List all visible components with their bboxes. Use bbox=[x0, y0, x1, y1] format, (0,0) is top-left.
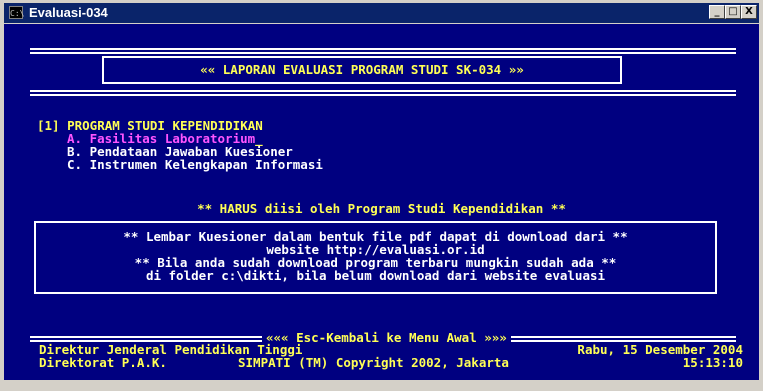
time-text: 15:13:10 bbox=[682, 355, 743, 370]
menu-item-instrumen-kelengkapan[interactable]: C. Instrumen Kelengkapan Informasi bbox=[67, 158, 323, 172]
console-area[interactable]: «« LAPORAN EVALUASI PROGRAM STUDI SK-034… bbox=[4, 24, 759, 380]
maximize-button[interactable]: □ bbox=[725, 5, 741, 19]
minimize-button[interactable]: _ bbox=[709, 5, 725, 19]
report-banner: «« LAPORAN EVALUASI PROGRAM STUDI SK-034… bbox=[200, 62, 524, 77]
title-bar[interactable]: C:\ Evaluasi-034 _ □ X bbox=[4, 3, 759, 23]
console-app-icon[interactable]: C:\ bbox=[9, 6, 24, 19]
top-frame-line-inner bbox=[30, 52, 736, 54]
window-title: Evaluasi-034 bbox=[29, 5, 108, 20]
info-box: ** Lembar Kuesioner dalam bentuk file pd… bbox=[34, 221, 717, 294]
org-line-2: Direktorat P.A.K. bbox=[39, 355, 167, 370]
window-bottom-edge bbox=[4, 380, 759, 388]
bottom-frame-line bbox=[30, 90, 736, 92]
top-frame-line bbox=[30, 48, 736, 50]
banner-box: «« LAPORAN EVALUASI PROGRAM STUDI SK-034… bbox=[102, 56, 622, 84]
copyright-text: SIMPATI (TM) Copyright 2002, Jakarta bbox=[238, 355, 509, 370]
console-window: C:\ Evaluasi-034 _ □ X «« LAPORAN EVALUA… bbox=[0, 0, 763, 391]
bottom-frame-line-inner bbox=[30, 94, 736, 96]
close-button[interactable]: X bbox=[741, 5, 757, 19]
info-line-4: di folder c:\dikti, bila belum download … bbox=[145, 268, 606, 283]
required-notice: ** HARUS diisi oleh Program Studi Kepend… bbox=[197, 201, 566, 216]
